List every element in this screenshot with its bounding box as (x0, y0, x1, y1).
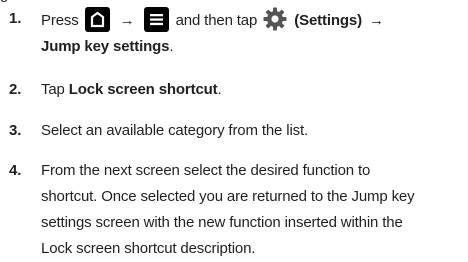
step-number: 2. (9, 81, 22, 98)
step-4-line-2: shortcut. Once selected you are returned… (41, 188, 415, 205)
settings-label: (Settings) (294, 12, 362, 29)
step-3-text: Select an available category from the li… (41, 122, 309, 139)
step-number: 3. (9, 122, 22, 139)
instruction-page: g 1. Press → (0, 0, 468, 262)
step-2-line-1: Tap Lock screen shortcut. (41, 77, 463, 103)
and-then-tap-text: and then tap (175, 12, 258, 29)
step-4-line-4: Lock screen shortcut description. (41, 240, 256, 257)
tap-text: Tap (41, 81, 65, 98)
step-body: Tap Lock screen shortcut. (41, 77, 463, 103)
step-body: Press → and then tap (Settings) → Jump k… (41, 6, 463, 60)
step-4-line-1: From the next screen select the desired … (41, 162, 371, 179)
cropped-previous-line: g (0, 0, 468, 3)
settings-gear-icon (262, 6, 288, 32)
arrow: → (368, 12, 384, 29)
press-text: Press (41, 12, 79, 29)
lock-screen-shortcut-label: Lock screen shortcut (68, 81, 218, 98)
step-number: 1. (9, 10, 22, 27)
jump-key-settings-label: Jump key settings (41, 38, 170, 55)
home-button-icon (84, 7, 110, 32)
arrow: → (119, 12, 135, 29)
step-1-line-2: Jump key settings. (41, 34, 463, 60)
step-4-line-3: settings screen with the new function in… (41, 214, 403, 231)
step-body: Select an available category from the li… (41, 118, 463, 144)
step-1-line-1: Press → and then tap (Settings) → (41, 6, 463, 34)
step-body: From the next screen select the desired … (41, 158, 463, 262)
period: . (217, 81, 222, 98)
step-number: 4. (9, 162, 22, 179)
period: . (169, 38, 174, 55)
menu-button-icon (143, 7, 169, 32)
